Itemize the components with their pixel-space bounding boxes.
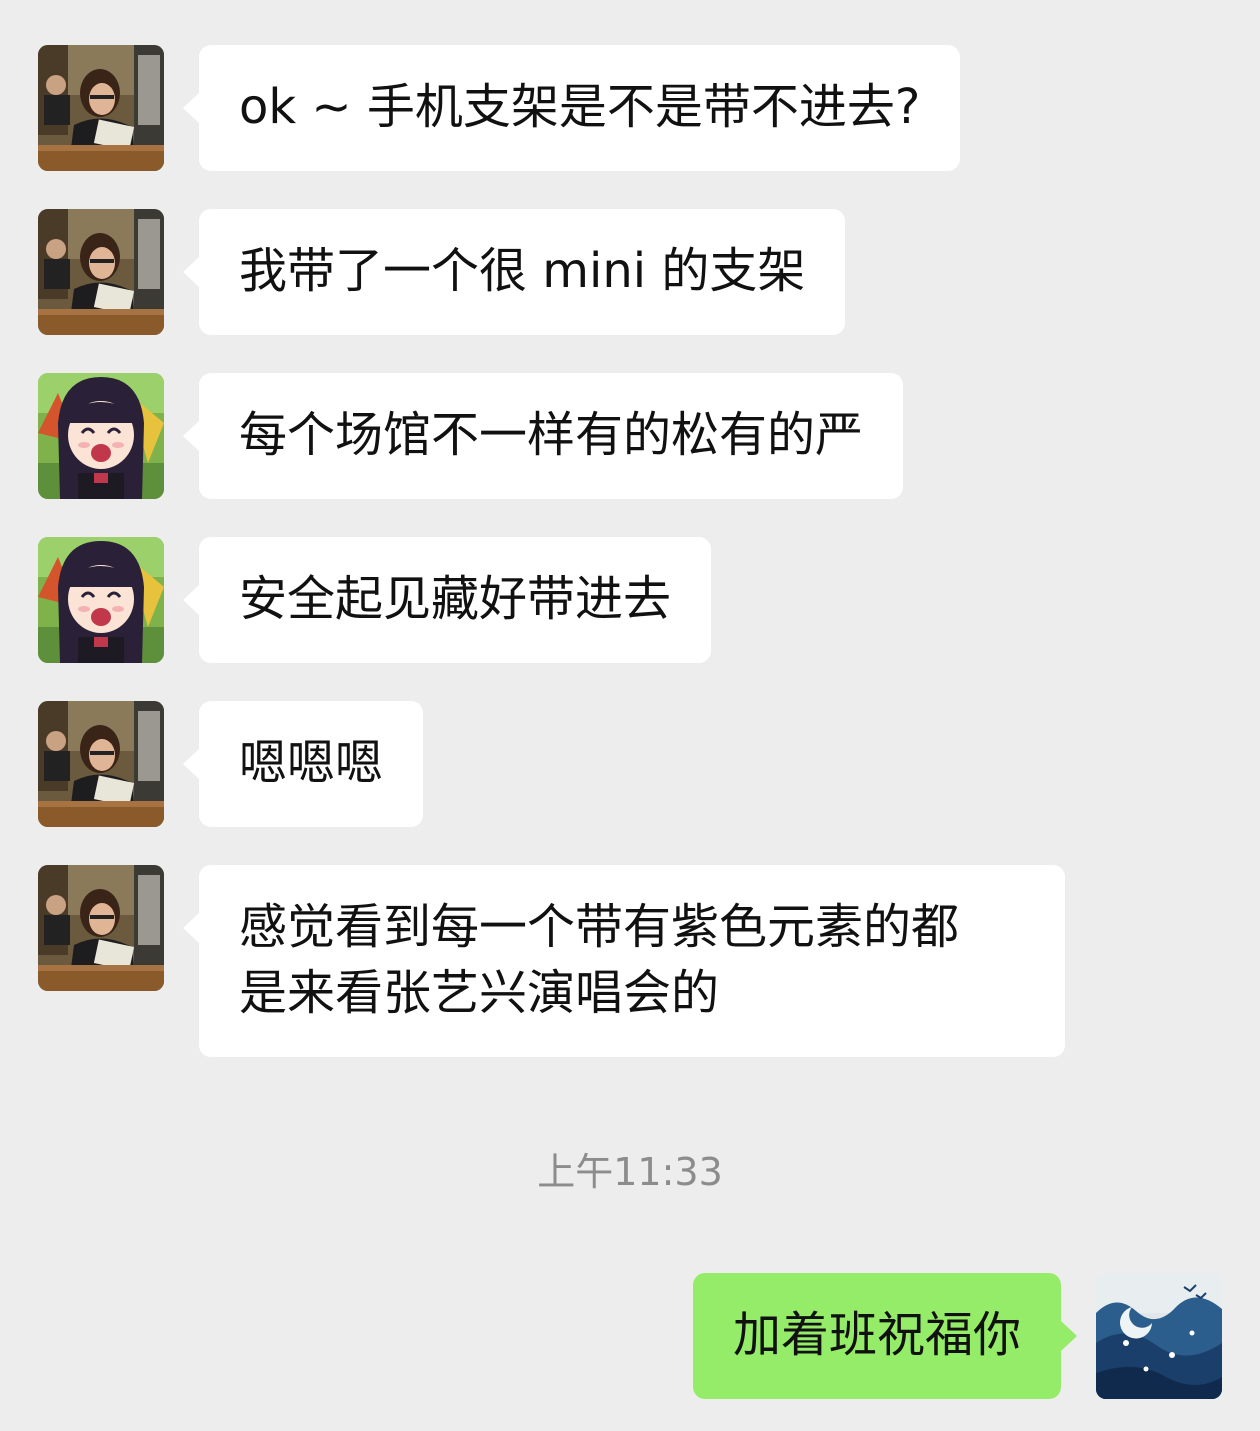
message-text: 每个场馆不一样有的松有的严 bbox=[239, 407, 864, 463]
contact-a-avatar[interactable] bbox=[38, 209, 164, 335]
message-text: 安全起见藏好带进去 bbox=[239, 571, 672, 627]
contact-a-avatar[interactable] bbox=[38, 45, 164, 171]
message-bubble[interactable]: 安全起见藏好带进去 bbox=[182, 537, 712, 663]
classroom-photo-icon bbox=[38, 865, 164, 991]
message-bubble[interactable]: ok ~ 手机支架是不是带不进去? bbox=[182, 45, 961, 171]
message-text-line: 是来看张艺兴演唱会的 bbox=[239, 965, 720, 1021]
anime-girl-icon bbox=[38, 537, 164, 663]
contact-b-avatar[interactable] bbox=[38, 537, 164, 663]
message-timestamp: 上午11:33 bbox=[537, 1150, 723, 1194]
my-avatar[interactable] bbox=[1096, 1273, 1222, 1399]
contact-b-avatar[interactable] bbox=[38, 373, 164, 499]
message-text: ok ~ 手机支架是不是带不进去? bbox=[239, 79, 921, 135]
outgoing-message-bubble[interactable]: 加着班祝福你 bbox=[692, 1273, 1078, 1399]
message-bubble[interactable]: 我带了一个很 mini 的支架 bbox=[182, 209, 846, 335]
anime-girl-icon bbox=[38, 373, 164, 499]
ocean-wave-icon bbox=[1096, 1273, 1222, 1399]
classroom-photo-icon bbox=[38, 209, 164, 335]
message-bubble[interactable]: 每个场馆不一样有的松有的严 bbox=[182, 373, 904, 499]
contact-a-avatar[interactable] bbox=[38, 701, 164, 827]
message-bubble[interactable]: 感觉看到每一个带有紫色元素的都 是来看张艺兴演唱会的 bbox=[183, 865, 1065, 1057]
message-text-line: 感觉看到每一个带有紫色元素的都 bbox=[239, 899, 960, 955]
classroom-photo-icon bbox=[38, 45, 164, 171]
message-bubble[interactable]: 嗯嗯嗯 bbox=[182, 701, 424, 827]
classroom-photo-icon bbox=[38, 701, 164, 827]
message-text: 我带了一个很 mini 的支架 bbox=[239, 243, 806, 299]
contact-a-avatar[interactable] bbox=[38, 865, 164, 991]
message-text: 加着班祝福你 bbox=[732, 1307, 1021, 1363]
message-text: 嗯嗯嗯 bbox=[239, 735, 384, 791]
